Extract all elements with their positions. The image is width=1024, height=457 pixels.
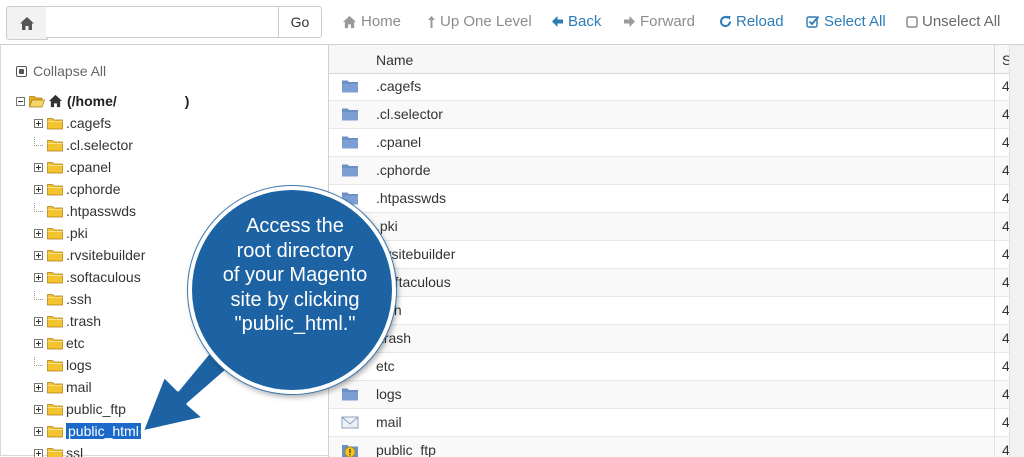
callout-line-3: of your Magento xyxy=(210,263,380,288)
callout-line-5: "public_html." xyxy=(210,312,380,337)
callout-line-1: Access the xyxy=(210,214,380,239)
callout-line-2: root directory xyxy=(210,239,380,264)
callout-arrow xyxy=(0,0,1024,456)
callout-line-4: site by clicking xyxy=(210,288,380,313)
callout-text: Access the root directory of your Magent… xyxy=(210,214,380,337)
